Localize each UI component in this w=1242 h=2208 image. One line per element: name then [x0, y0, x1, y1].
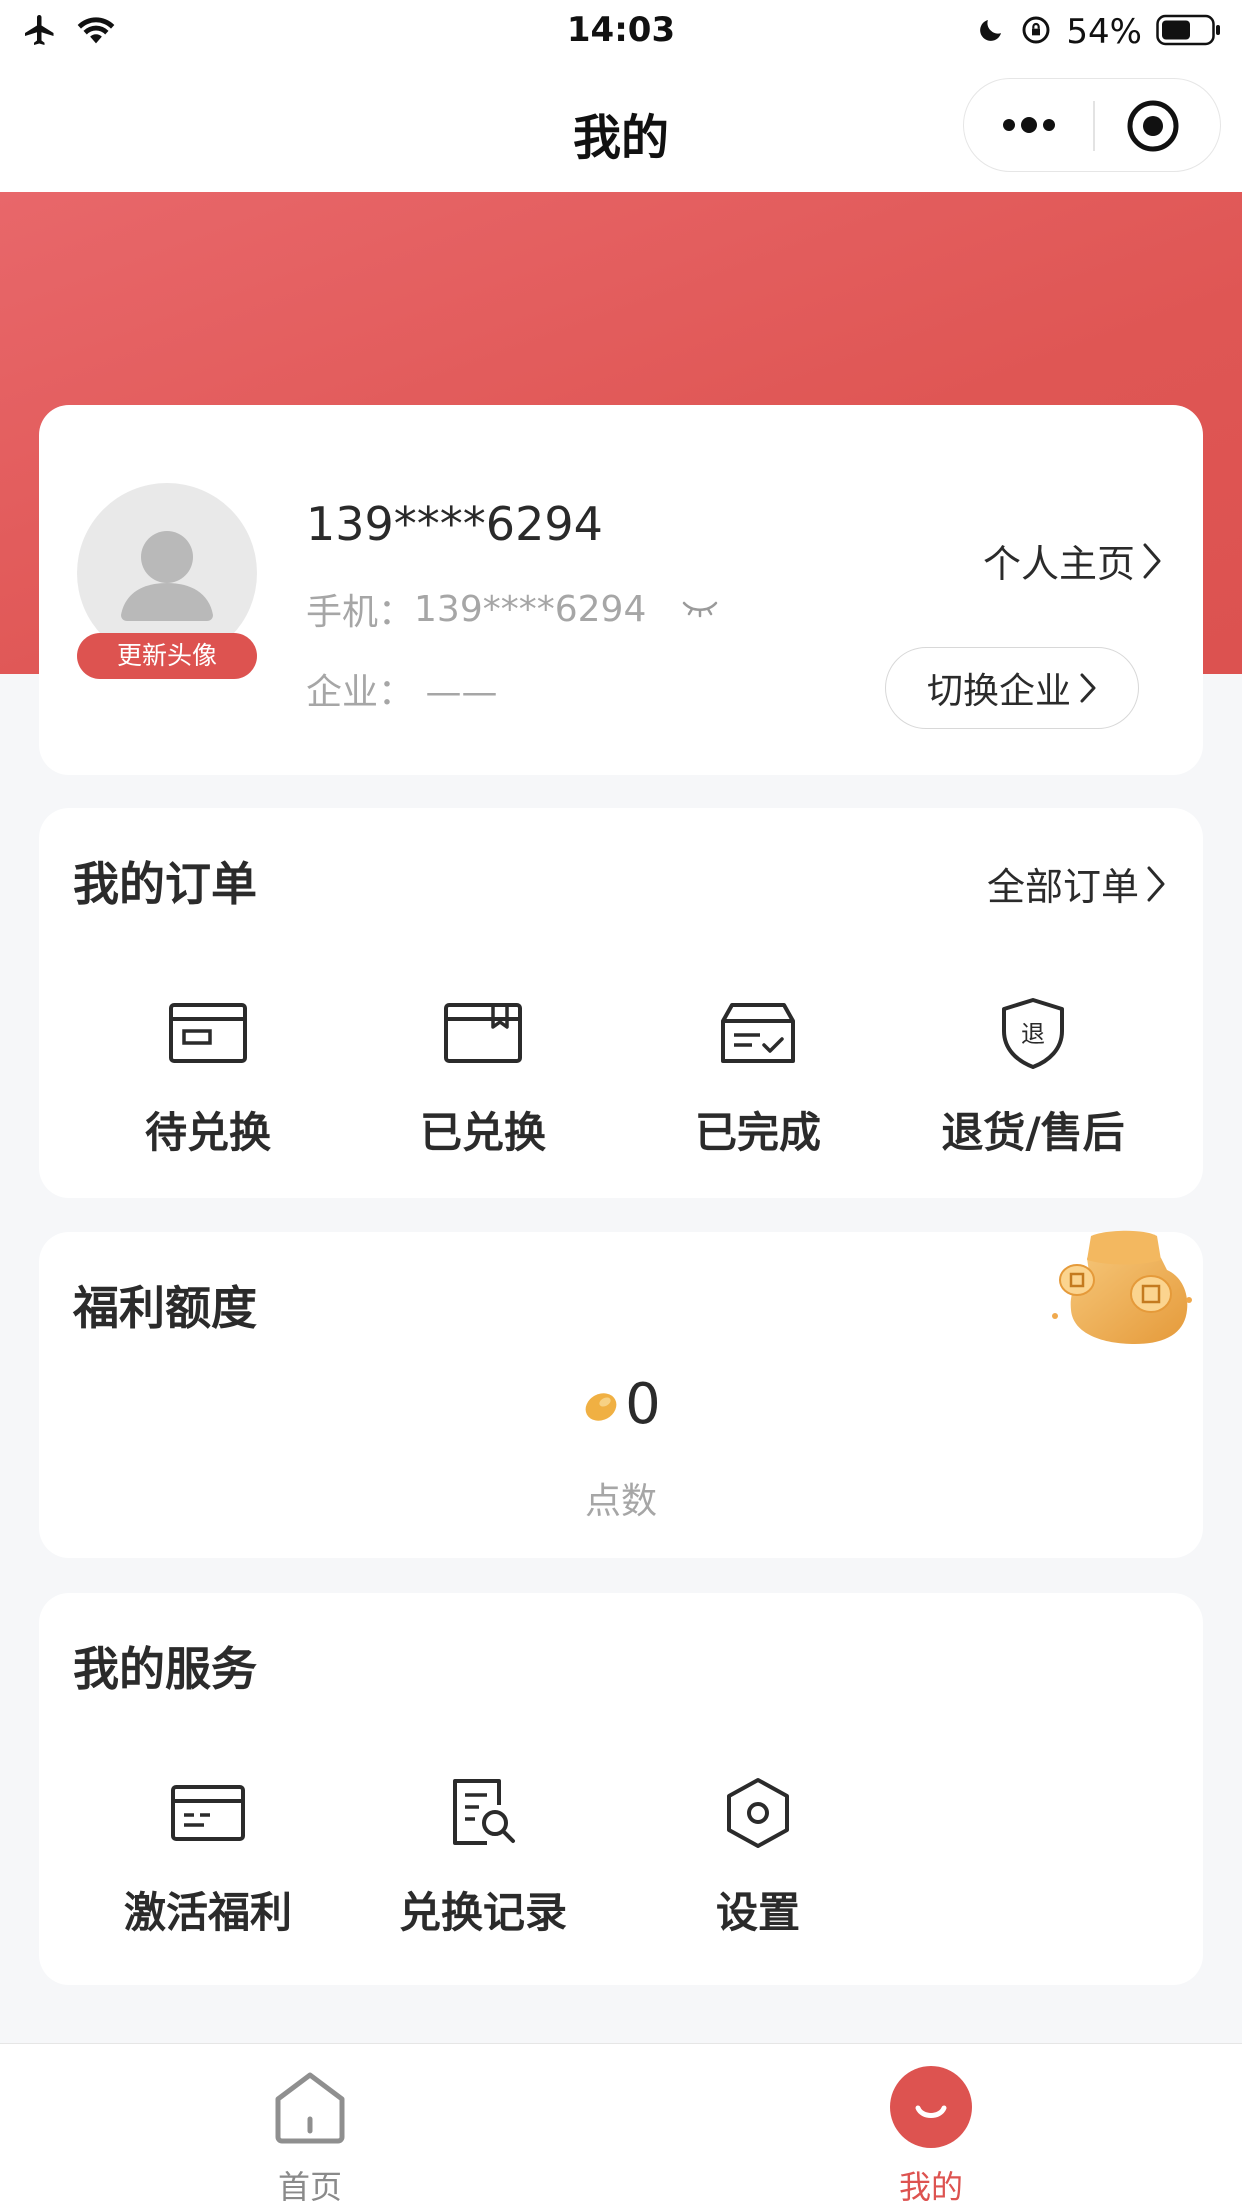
points-row: 0	[39, 1372, 1203, 1437]
redemption-records-label: 兑换记录	[398, 1888, 567, 1937]
moon-icon	[976, 15, 1006, 49]
activate-welfare-label: 激活福利	[123, 1888, 292, 1937]
record-search-icon	[353, 1773, 613, 1853]
profile-name: 139****6294	[306, 497, 603, 551]
nav-bar: 我的	[0, 62, 1242, 192]
profile-card: 更新头像 139****6294 手机： 139****6294 企业： —— …	[39, 405, 1203, 775]
money-bag-icon	[1047, 1216, 1197, 1366]
welfare-quota-card: 福利额度 0 点数	[39, 1230, 1203, 1558]
update-avatar-button[interactable]: 更新头像	[77, 633, 257, 679]
phone-number: 139****6294	[414, 588, 647, 630]
order-redeemed-label: 已兑换	[419, 1108, 546, 1157]
tab-home-label: 首页	[277, 2168, 342, 2206]
bean-coin-icon	[585, 1392, 617, 1421]
return-glyph: 退	[1021, 1020, 1045, 1048]
miniprogram-capsule	[963, 78, 1221, 172]
all-orders-link[interactable]: 全部订单	[987, 856, 1167, 911]
my-orders-title: 我的订单	[73, 857, 257, 911]
switch-company-label: 切换企业	[926, 671, 1071, 712]
order-completed-label: 已完成	[694, 1108, 821, 1157]
my-orders-card: 我的订单 全部订单 待兑换 已兑换 已完成 退 退货/售后	[39, 808, 1203, 1198]
battery-percent: 54%	[1066, 12, 1142, 52]
home-icon	[210, 2062, 410, 2152]
order-completed-button[interactable]: 已完成	[628, 993, 888, 1160]
card-icon	[78, 993, 338, 1073]
settings-hexagon-icon	[628, 1773, 888, 1853]
order-redeemed-button[interactable]: 已兑换	[353, 993, 613, 1160]
points-label: 点数	[584, 1481, 657, 1522]
close-miniprogram-button[interactable]	[1123, 96, 1183, 156]
company-label: 企业：	[306, 672, 415, 713]
more-dots-icon	[1003, 117, 1055, 133]
tab-mine-label: 我的	[898, 2168, 963, 2206]
activate-welfare-button[interactable]: 激活福利	[78, 1773, 338, 1940]
more-options-button[interactable]	[994, 97, 1064, 153]
chevron-right-icon	[1143, 543, 1161, 578]
order-pending-button[interactable]: 待兑换	[78, 993, 338, 1160]
chevron-right-icon	[1147, 866, 1165, 901]
shield-return-icon: 退	[903, 993, 1163, 1073]
chevron-right-icon	[1080, 673, 1096, 703]
rotation-lock-icon	[1020, 14, 1052, 50]
target-icon	[1127, 100, 1179, 152]
switch-company-button[interactable]: 切换企业	[885, 647, 1139, 729]
redemption-records-button[interactable]: 兑换记录	[353, 1773, 613, 1940]
phone-line: 手机： 139****6294	[306, 583, 720, 635]
smile-icon	[831, 2062, 1031, 2152]
settings-label: 设置	[715, 1888, 800, 1937]
status-bar: 14:03 54%	[0, 0, 1242, 62]
company-line: 企业： ——	[306, 663, 497, 715]
points-value: 0	[625, 1372, 661, 1437]
welfare-title: 福利额度	[73, 1281, 257, 1335]
battery-icon	[1156, 13, 1222, 51]
settings-button[interactable]: 设置	[628, 1773, 888, 1940]
my-services-title: 我的服务	[73, 1642, 257, 1696]
eye-closed-icon[interactable]	[680, 597, 720, 621]
return-after-sales-button[interactable]: 退 退货/售后	[903, 993, 1163, 1160]
company-value: ——	[425, 672, 498, 713]
tab-mine[interactable]: 我的	[831, 2062, 1031, 2208]
personal-homepage-link[interactable]: 个人主页	[983, 533, 1163, 588]
inbox-check-icon	[628, 993, 888, 1073]
phone-label: 手机：	[306, 592, 415, 633]
card-activate-icon	[78, 1773, 338, 1853]
tab-home[interactable]: 首页	[210, 2062, 410, 2208]
my-services-card: 我的服务 激活福利 兑换记录 设置	[39, 1593, 1203, 1985]
all-orders-label: 全部订单	[986, 865, 1139, 909]
box-icon	[353, 993, 613, 1073]
tab-bar: 首页 我的	[0, 2043, 1242, 2208]
homepage-label: 个人主页	[982, 542, 1135, 586]
return-after-sales-label: 退货/售后	[941, 1108, 1125, 1157]
order-pending-label: 待兑换	[144, 1108, 271, 1157]
